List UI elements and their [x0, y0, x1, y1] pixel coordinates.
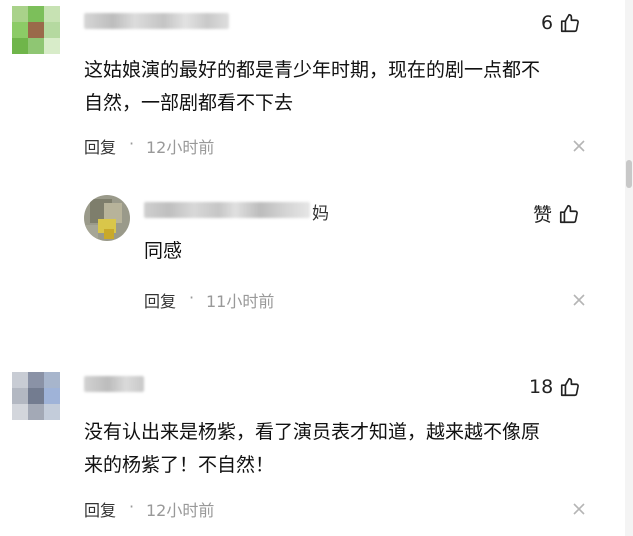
username-redacted[interactable]: [84, 13, 229, 29]
scrollbar-thumb[interactable]: [626, 160, 632, 188]
close-icon[interactable]: [571, 292, 587, 308]
comment-text: 这姑娘演的最好的都是青少年时期，现在的剧一点都不 自然，一部剧都看不下去: [84, 59, 541, 114]
like-count: 18: [529, 376, 554, 398]
reply-button[interactable]: 回复: [84, 134, 116, 158]
thumbs-up-icon: [559, 12, 581, 34]
username-suffix: 妈: [312, 204, 329, 224]
separator-dot: ·: [129, 134, 135, 153]
avatar[interactable]: [12, 6, 60, 54]
comment-text: 没有认出来是杨紫，看了演员表才知道，越来越不像原 来的杨紫了！不自然！: [84, 421, 541, 476]
comment-text: 同感: [144, 240, 183, 262]
avatar[interactable]: [12, 372, 60, 420]
like-button[interactable]: 赞: [533, 200, 580, 227]
avatar[interactable]: [84, 195, 130, 241]
scrollbar-track[interactable]: [625, 0, 633, 536]
like-button[interactable]: 18: [529, 376, 581, 398]
close-icon[interactable]: [571, 138, 587, 154]
like-label: 赞: [533, 204, 553, 226]
username-redacted[interactable]: [84, 376, 144, 392]
like-count: 6: [541, 12, 554, 34]
thumbs-up-icon: [558, 203, 580, 225]
timestamp: 12小时前: [146, 501, 215, 520]
reply-button[interactable]: 回复: [84, 497, 116, 521]
like-button[interactable]: 6: [541, 12, 581, 34]
timestamp: 12小时前: [146, 138, 215, 157]
separator-dot: ·: [189, 288, 195, 307]
close-icon[interactable]: [571, 501, 587, 517]
timestamp: 11小时前: [206, 292, 275, 311]
username-redacted[interactable]: [144, 202, 310, 218]
reply-button[interactable]: 回复: [144, 288, 176, 312]
separator-dot: ·: [129, 497, 135, 516]
thumbs-up-icon: [559, 376, 581, 398]
